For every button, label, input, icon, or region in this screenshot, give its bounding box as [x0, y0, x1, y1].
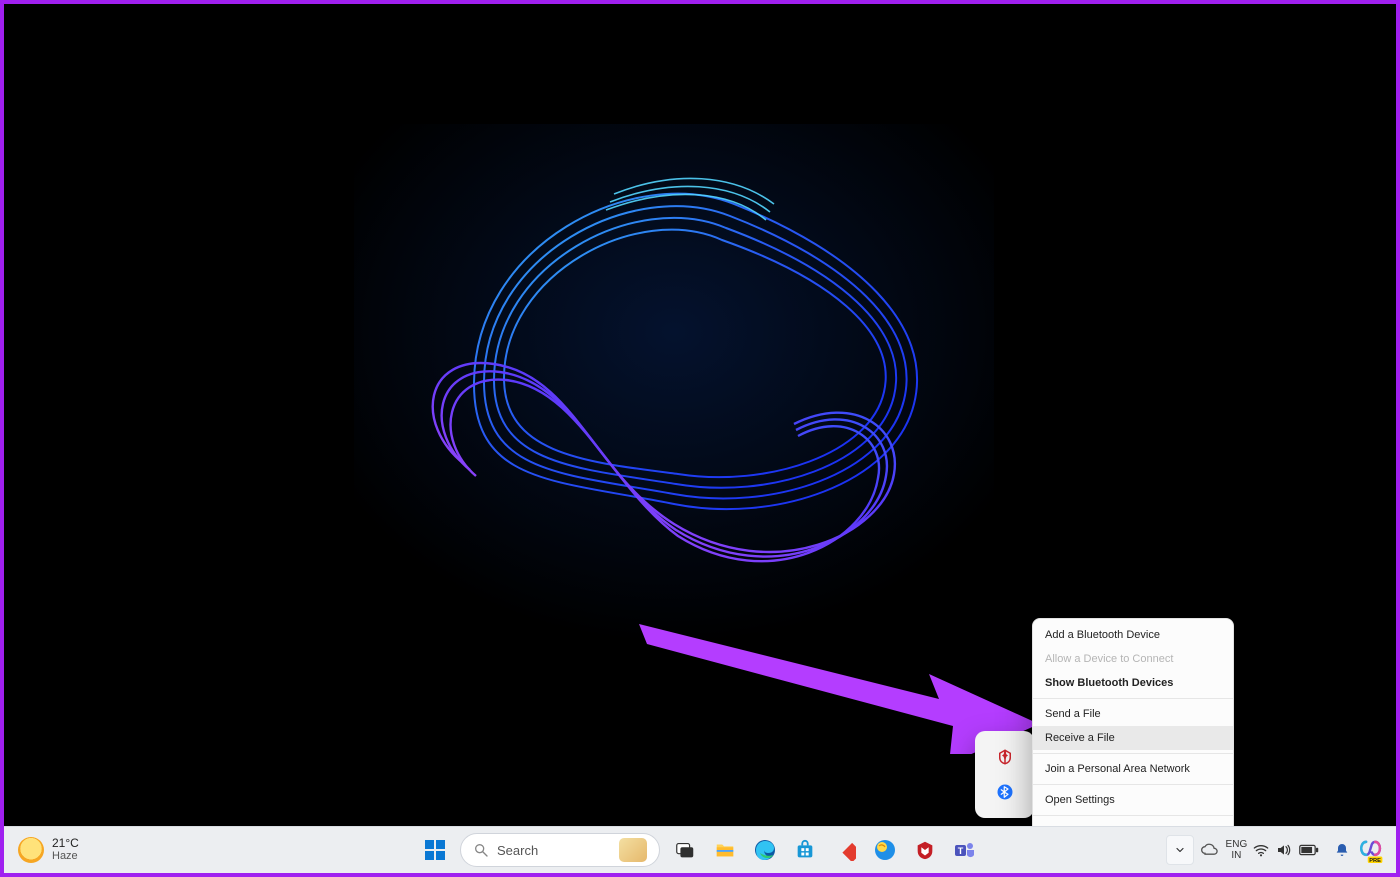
weather-temperature: 21°C [52, 837, 79, 850]
wallpaper-graphic [354, 124, 994, 644]
language-indicator[interactable]: ENG IN [1226, 839, 1248, 861]
menu-item-remove-icon[interactable]: Remove Icon [1033, 819, 1233, 826]
task-view-button[interactable] [666, 831, 704, 869]
menu-item-allow-connect: Allow a Device to Connect [1033, 647, 1233, 671]
copilot-button[interactable]: PRE [1356, 835, 1386, 865]
onedrive-tray-icon[interactable] [1200, 843, 1220, 857]
taskbar-center: Search [416, 827, 984, 873]
search-icon [473, 842, 489, 858]
windows-logo-icon [423, 838, 447, 862]
quick-settings-button[interactable] [1253, 843, 1319, 857]
svg-text:T: T [958, 846, 964, 856]
menu-separator [1033, 753, 1233, 754]
microsoft-store-button[interactable] [786, 831, 824, 869]
clock-date-line [1325, 850, 1328, 862]
menu-separator [1033, 784, 1233, 785]
notifications-button[interactable] [1334, 842, 1350, 858]
menu-item-show-devices[interactable]: Show Bluetooth Devices [1033, 671, 1233, 695]
menu-item-receive-file[interactable]: Receive a File [1033, 726, 1233, 750]
taskbar: 21°C Haze Search [4, 826, 1396, 873]
language-bottom: IN [1231, 850, 1241, 861]
app-red-diamond-button[interactable] [826, 831, 864, 869]
weather-icon [18, 837, 44, 863]
teams-button[interactable]: T [946, 831, 984, 869]
menu-item-open-settings[interactable]: Open Settings [1033, 788, 1233, 812]
tray-overflow-popup[interactable] [975, 731, 1034, 818]
clock-date[interactable] [1325, 838, 1328, 862]
bluetooth-context-menu: Add a Bluetooth Device Allow a Device to… [1032, 618, 1234, 826]
search-highlight-image [619, 838, 647, 862]
menu-separator [1033, 815, 1233, 816]
bell-icon [1334, 842, 1350, 858]
weather-condition: Haze [52, 850, 79, 863]
wifi-icon [1253, 843, 1269, 857]
volume-icon [1276, 843, 1292, 857]
menu-separator [1033, 698, 1233, 699]
menu-item-add-device[interactable]: Add a Bluetooth Device [1033, 623, 1233, 647]
mcafee-app-button[interactable] [906, 831, 944, 869]
start-button[interactable] [416, 831, 454, 869]
mcafee-tray-icon[interactable] [995, 747, 1015, 767]
pinned-apps: T [666, 831, 984, 869]
clock-time [1325, 838, 1328, 850]
file-explorer-button[interactable] [706, 831, 744, 869]
taskbar-search[interactable]: Search [460, 833, 660, 867]
app-globe-button[interactable] [866, 831, 904, 869]
tray-overflow-button[interactable] [1166, 835, 1194, 865]
chevron-down-icon [1174, 844, 1186, 856]
search-placeholder: Search [497, 843, 538, 858]
svg-text:PRE: PRE [1369, 858, 1381, 863]
language-top: ENG [1226, 839, 1248, 850]
weather-widget[interactable]: 21°C Haze [4, 827, 89, 873]
weather-text: 21°C Haze [52, 837, 79, 863]
copilot-icon: PRE [1358, 837, 1384, 863]
menu-item-send-file[interactable]: Send a File [1033, 702, 1233, 726]
bluetooth-tray-icon[interactable] [995, 782, 1015, 802]
battery-icon [1299, 844, 1319, 856]
desktop-wallpaper[interactable]: Add a Bluetooth Device Allow a Device to… [4, 4, 1396, 826]
edge-browser-button[interactable] [746, 831, 784, 869]
taskbar-right: ENG IN PRE [1166, 827, 1396, 873]
menu-item-join-pan[interactable]: Join a Personal Area Network [1033, 757, 1233, 781]
